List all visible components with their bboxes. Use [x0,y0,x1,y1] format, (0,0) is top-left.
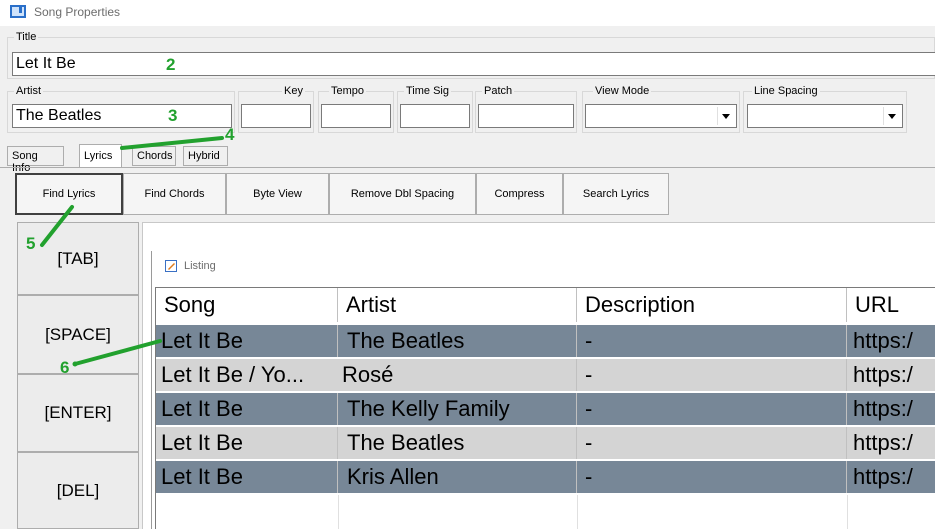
annotation-6: 6 [60,358,70,377]
annotation-2: 2 [166,55,176,74]
annotation-arrows [40,136,224,367]
annotation-5: 5 [26,234,36,253]
annotation-3: 3 [168,106,178,125]
annotation-4: 4 [225,125,235,144]
